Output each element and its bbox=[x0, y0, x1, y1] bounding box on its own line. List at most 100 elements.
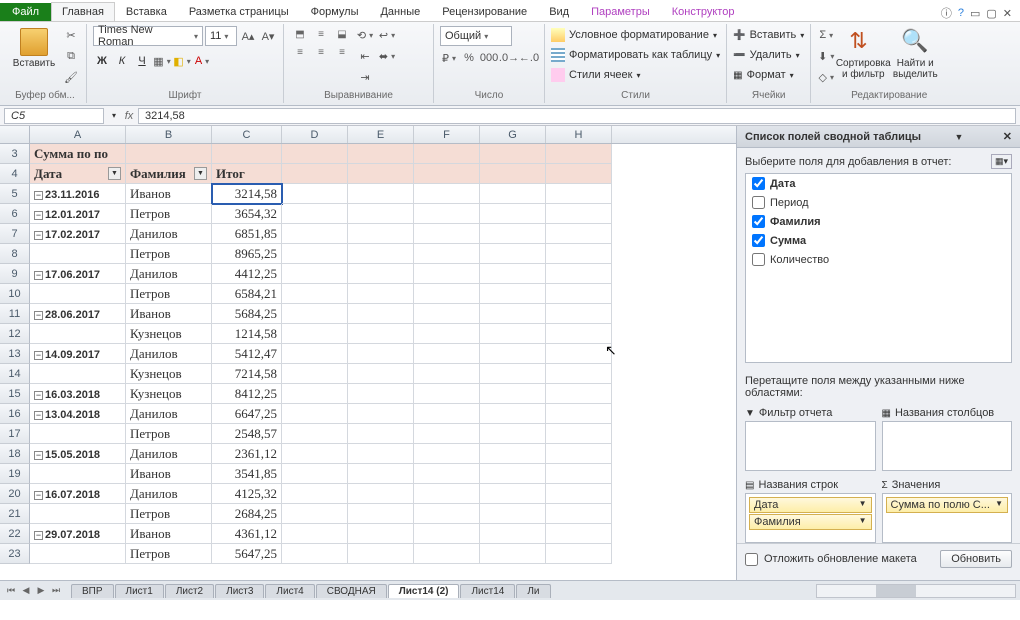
decrease-decimal[interactable]: ←.0 bbox=[520, 49, 538, 67]
file-tab[interactable]: Файл bbox=[0, 3, 51, 21]
cell[interactable]: Кузнецов bbox=[126, 364, 212, 384]
format-cells-button[interactable]: ▦Формат▾ bbox=[733, 66, 804, 84]
cell[interactable] bbox=[546, 284, 612, 304]
cell[interactable]: 8412,25 bbox=[212, 384, 282, 404]
row-header[interactable]: 21 bbox=[0, 504, 30, 524]
cell[interactable] bbox=[30, 424, 126, 444]
cell[interactable] bbox=[212, 144, 282, 164]
cell[interactable] bbox=[414, 404, 480, 424]
first-sheet-icon[interactable]: ⏮ bbox=[4, 585, 18, 596]
comma-button[interactable]: 000 bbox=[480, 49, 498, 67]
cell[interactable] bbox=[546, 404, 612, 424]
cell[interactable] bbox=[348, 184, 414, 204]
cell[interactable]: 6647,25 bbox=[212, 404, 282, 424]
autosum-button[interactable]: Σ bbox=[817, 26, 835, 44]
sheet-tab[interactable]: Лист14 bbox=[460, 584, 515, 598]
window-restore-icon[interactable]: ▢ bbox=[986, 7, 996, 20]
tab-review[interactable]: Рецензирование bbox=[431, 2, 538, 21]
cell[interactable] bbox=[480, 444, 546, 464]
cell[interactable] bbox=[30, 284, 126, 304]
cell[interactable]: Иванов bbox=[126, 524, 212, 544]
tab-data[interactable]: Данные bbox=[369, 2, 431, 21]
cell[interactable]: −12.01.2017 bbox=[30, 204, 126, 224]
row-header[interactable]: 13 bbox=[0, 344, 30, 364]
cell[interactable]: Данилов bbox=[126, 264, 212, 284]
cell[interactable] bbox=[414, 464, 480, 484]
prev-sheet-icon[interactable]: ◀ bbox=[19, 585, 33, 596]
cell[interactable] bbox=[126, 144, 212, 164]
cell[interactable] bbox=[348, 404, 414, 424]
cell[interactable] bbox=[348, 424, 414, 444]
col-header-D[interactable]: D bbox=[282, 126, 348, 143]
increase-font-icon[interactable]: A▴ bbox=[239, 27, 257, 45]
font-name-select[interactable]: Times New Roman bbox=[93, 26, 203, 46]
cell[interactable] bbox=[348, 484, 414, 504]
values-area[interactable]: Сумма по полю С...▼ bbox=[882, 493, 1013, 543]
cell[interactable]: 6584,21 bbox=[212, 284, 282, 304]
cell[interactable] bbox=[348, 224, 414, 244]
cell[interactable] bbox=[414, 164, 480, 184]
cell[interactable]: Кузнецов bbox=[126, 324, 212, 344]
conditional-format-button[interactable]: Условное форматирование▾ bbox=[551, 26, 720, 44]
cell[interactable] bbox=[414, 344, 480, 364]
cell[interactable] bbox=[414, 224, 480, 244]
cell[interactable] bbox=[414, 484, 480, 504]
cell[interactable] bbox=[282, 244, 348, 264]
orientation-button[interactable]: ⟲ bbox=[356, 26, 374, 44]
cell[interactable] bbox=[348, 164, 414, 184]
cell[interactable]: Данилов bbox=[126, 344, 212, 364]
cell[interactable] bbox=[480, 484, 546, 504]
tab-page-layout[interactable]: Разметка страницы bbox=[178, 2, 300, 21]
horizontal-scrollbar[interactable] bbox=[816, 584, 1016, 598]
row-header[interactable]: 8 bbox=[0, 244, 30, 264]
cell[interactable] bbox=[348, 444, 414, 464]
cell[interactable] bbox=[546, 264, 612, 284]
font-color-button[interactable]: A bbox=[193, 52, 211, 70]
bold-button[interactable]: Ж bbox=[93, 52, 111, 70]
pane-close-icon[interactable]: ✕ bbox=[1003, 130, 1012, 143]
row-header[interactable]: 14 bbox=[0, 364, 30, 384]
cell[interactable]: Данилов bbox=[126, 404, 212, 424]
align-right[interactable]: ≡ bbox=[332, 44, 352, 61]
cell[interactable] bbox=[546, 464, 612, 484]
row-header[interactable]: 22 bbox=[0, 524, 30, 544]
cell[interactable] bbox=[546, 164, 612, 184]
row-header[interactable]: 12 bbox=[0, 324, 30, 344]
cell[interactable] bbox=[30, 504, 126, 524]
cell[interactable] bbox=[546, 204, 612, 224]
cell[interactable]: 5684,25 bbox=[212, 304, 282, 324]
field-item[interactable]: Сумма bbox=[746, 231, 1011, 250]
cell[interactable] bbox=[348, 344, 414, 364]
cell[interactable]: Иванов bbox=[126, 464, 212, 484]
cell[interactable] bbox=[282, 484, 348, 504]
cell[interactable]: Дата▼ bbox=[30, 164, 126, 184]
col-header-C[interactable]: C bbox=[212, 126, 282, 143]
cell[interactable]: −17.02.2017 bbox=[30, 224, 126, 244]
cell[interactable]: −29.07.2018 bbox=[30, 524, 126, 544]
row-header[interactable]: 7 bbox=[0, 224, 30, 244]
border-button[interactable]: ▦ bbox=[153, 52, 171, 70]
area-item[interactable]: Фамилия▼ bbox=[749, 514, 872, 530]
cell[interactable] bbox=[480, 504, 546, 524]
cell[interactable]: 6851,85 bbox=[212, 224, 282, 244]
cell[interactable]: 1214,58 bbox=[212, 324, 282, 344]
cell[interactable] bbox=[546, 184, 612, 204]
delete-cells-button[interactable]: ➖Удалить▾ bbox=[733, 46, 804, 64]
cell[interactable]: Фамилия▼ bbox=[126, 164, 212, 184]
cell[interactable] bbox=[480, 384, 546, 404]
row-header[interactable]: 20 bbox=[0, 484, 30, 504]
fill-color-button[interactable]: ◧ bbox=[173, 52, 191, 70]
field-item[interactable]: Период bbox=[746, 193, 1011, 212]
increase-decimal[interactable]: .0→ bbox=[500, 49, 518, 67]
cut-icon[interactable]: ✂ bbox=[62, 26, 80, 44]
formula-input[interactable]: 3214,58 bbox=[138, 108, 1016, 124]
cell[interactable]: 5647,25 bbox=[212, 544, 282, 564]
row-header[interactable]: 10 bbox=[0, 284, 30, 304]
percent-button[interactable]: % bbox=[460, 49, 478, 67]
cell[interactable] bbox=[348, 304, 414, 324]
area-item[interactable]: Сумма по полю С...▼ bbox=[886, 497, 1009, 513]
field-list[interactable]: ДатаПериодФамилияСуммаКоличество bbox=[745, 173, 1012, 363]
cell[interactable] bbox=[282, 304, 348, 324]
align-left[interactable]: ≡ bbox=[290, 44, 310, 61]
cell[interactable] bbox=[480, 324, 546, 344]
